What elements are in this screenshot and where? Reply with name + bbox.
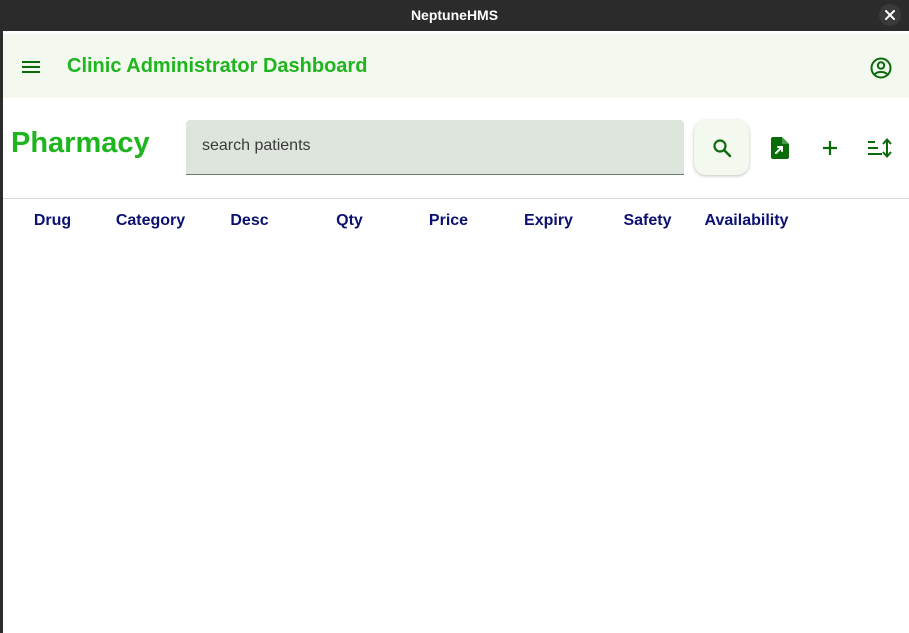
column-header-qty[interactable]: Qty (300, 212, 399, 230)
app-title: Clinic Administrator Dashboard (67, 55, 368, 77)
search-field[interactable] (186, 120, 684, 175)
app-window: Clinic Administrator Dashboard Pharmacy (3, 31, 909, 633)
search-button[interactable] (694, 120, 749, 175)
add-button[interactable] (814, 132, 846, 164)
table-header: Drug Category Desc Qty Price Expiry Safe… (3, 212, 909, 234)
menu-icon (22, 61, 40, 73)
column-header-price[interactable]: Price (399, 212, 498, 230)
page-title: Pharmacy (11, 127, 150, 159)
column-header-desc[interactable]: Desc (200, 212, 299, 230)
column-header-expiry[interactable]: Expiry (499, 212, 598, 230)
export-file-icon (771, 137, 789, 159)
search-input[interactable] (202, 137, 662, 155)
search-icon (712, 138, 731, 157)
column-header-drug[interactable]: Drug (3, 212, 102, 230)
add-icon (823, 141, 837, 155)
column-header-safety[interactable]: Safety (598, 212, 697, 230)
header-divider (3, 198, 909, 199)
window-close-button[interactable] (879, 4, 901, 26)
column-header-availability[interactable]: Availability (697, 212, 796, 230)
window-title: NeptuneHMS (410, 7, 499, 23)
window-titlebar: NeptuneHMS (0, 0, 909, 31)
column-header-category[interactable]: Category (101, 212, 200, 230)
sort-button[interactable] (864, 132, 896, 164)
sort-icon (868, 138, 892, 158)
menu-button[interactable] (17, 53, 45, 81)
close-icon (885, 10, 895, 20)
export-button[interactable] (764, 132, 796, 164)
app-bar: Clinic Administrator Dashboard (3, 34, 909, 98)
account-circle-icon (870, 57, 892, 79)
account-button[interactable] (867, 54, 895, 82)
